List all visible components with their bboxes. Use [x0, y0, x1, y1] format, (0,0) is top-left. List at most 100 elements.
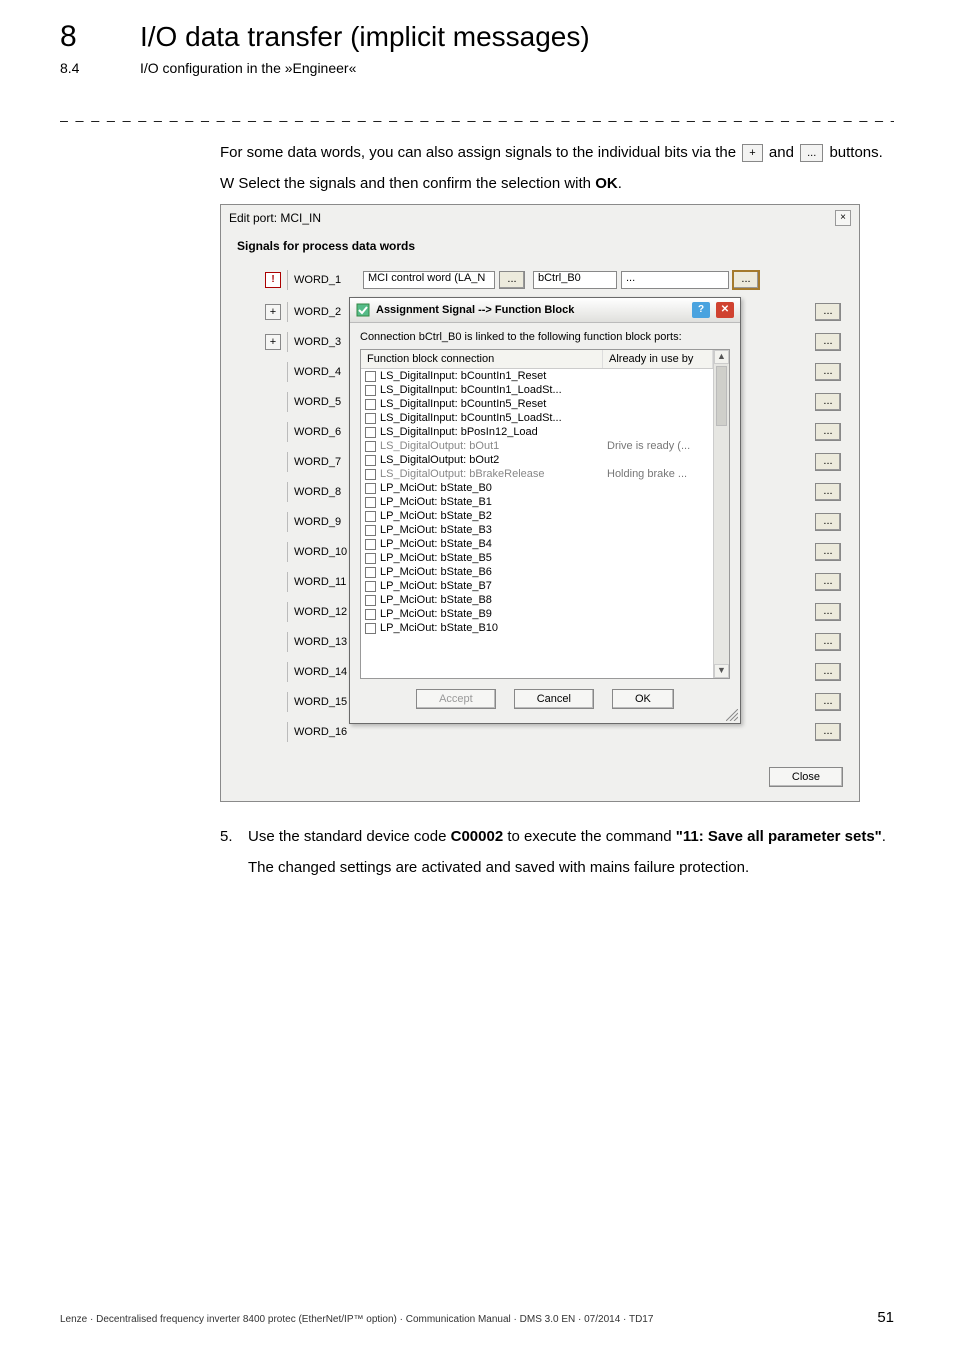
function-block-row[interactable]: LS_DigitalInput: bCountIn1_LoadSt...: [361, 383, 713, 397]
accept-button[interactable]: Accept: [416, 689, 496, 709]
function-block-row[interactable]: LP_MciOut: bState_B3: [361, 523, 713, 537]
checkbox[interactable]: [365, 441, 376, 452]
fb-inuse: [603, 495, 713, 509]
ok-button[interactable]: OK: [612, 689, 674, 709]
fb-inuse: [603, 397, 713, 411]
browse-button[interactable]: ...: [815, 723, 841, 741]
dialog-title: Edit port: MCI_IN: [229, 211, 321, 225]
function-block-row[interactable]: LP_MciOut: bState_B10: [361, 621, 713, 635]
fb-name: LP_MciOut: bState_B10: [380, 622, 498, 634]
column-header-inuse[interactable]: Already in use by: [603, 350, 713, 368]
browse-button[interactable]: ...: [815, 303, 841, 321]
word-label: WORD_16: [287, 722, 359, 742]
function-block-row[interactable]: LP_MciOut: bState_B9: [361, 607, 713, 621]
scroll-up-icon[interactable]: ▲: [714, 350, 729, 364]
fb-name: LP_MciOut: bState_B3: [380, 524, 492, 536]
browse-button[interactable]: ...: [815, 573, 841, 591]
scroll-down-icon[interactable]: ▼: [714, 664, 729, 678]
signal-input-mid[interactable]: bCtrl_B0: [533, 271, 617, 289]
function-block-row[interactable]: LS_DigitalOutput: bBrakeReleaseHolding b…: [361, 467, 713, 481]
fb-inuse: [603, 621, 713, 635]
checkbox[interactable]: [365, 455, 376, 466]
function-block-row[interactable]: LS_DigitalInput: bPosIn12_Load: [361, 425, 713, 439]
help-button[interactable]: ?: [692, 302, 710, 318]
browse-button[interactable]: ...: [815, 453, 841, 471]
checkbox[interactable]: [365, 399, 376, 410]
signal-input-left[interactable]: MCI control word (LA_N: [363, 271, 495, 289]
browse-button[interactable]: ...: [815, 513, 841, 531]
dots-button-inline: ...: [800, 144, 823, 162]
checkbox[interactable]: [365, 609, 376, 620]
function-block-row[interactable]: LP_MciOut: bState_B6: [361, 565, 713, 579]
function-block-row[interactable]: LP_MciOut: bState_B5: [361, 551, 713, 565]
browse-button[interactable]: ...: [815, 693, 841, 711]
fb-inuse: [603, 551, 713, 565]
browse-button[interactable]: ...: [815, 603, 841, 621]
checkbox[interactable]: [365, 581, 376, 592]
checkbox[interactable]: [365, 511, 376, 522]
browse-button[interactable]: ...: [815, 633, 841, 651]
fb-name: LS_DigitalInput: bCountIn5_Reset: [380, 398, 546, 410]
checkbox[interactable]: [365, 385, 376, 396]
browse-button[interactable]: ...: [815, 483, 841, 501]
function-block-row[interactable]: LS_DigitalOutput: bOut2: [361, 453, 713, 467]
dialog-section-heading: Signals for process data words: [221, 231, 859, 263]
function-block-row[interactable]: LS_DigitalOutput: bOut1Drive is ready (.…: [361, 439, 713, 453]
browse-button[interactable]: ...: [815, 393, 841, 411]
browse-button[interactable]: ...: [815, 333, 841, 351]
checkbox[interactable]: [365, 413, 376, 424]
modal-title-text: Assignment Signal --> Function Block: [376, 304, 686, 316]
checkbox[interactable]: [365, 483, 376, 494]
checkbox[interactable]: [365, 567, 376, 578]
expand-button[interactable]: +: [265, 304, 281, 320]
scroll-thumb[interactable]: [716, 366, 727, 426]
scrollbar[interactable]: ▲ ▼: [713, 350, 729, 678]
fb-inuse: [603, 509, 713, 523]
checkbox[interactable]: [365, 497, 376, 508]
browse-button[interactable]: ...: [815, 363, 841, 381]
checkbox[interactable]: [365, 623, 376, 634]
expand-button[interactable]: +: [265, 334, 281, 350]
function-block-row[interactable]: LP_MciOut: bState_B7: [361, 579, 713, 593]
page-number: 51: [877, 1309, 894, 1326]
assignment-signal-modal: Assignment Signal --> Function Block ? ✕…: [349, 297, 741, 724]
function-block-row[interactable]: LP_MciOut: bState_B8: [361, 593, 713, 607]
checkbox[interactable]: [365, 539, 376, 550]
step-text: to execute the command: [503, 828, 676, 845]
function-block-row[interactable]: LP_MciOut: bState_B2: [361, 509, 713, 523]
function-block-row[interactable]: LP_MciOut: bState_B4: [361, 537, 713, 551]
function-block-row[interactable]: LS_DigitalInput: bCountIn5_LoadSt...: [361, 411, 713, 425]
function-block-row[interactable]: LP_MciOut: bState_B0: [361, 481, 713, 495]
browse-button[interactable]: ...: [815, 423, 841, 441]
checkbox[interactable]: [365, 427, 376, 438]
browse-button[interactable]: ...: [499, 271, 525, 289]
dialog-close-button[interactable]: ×: [835, 210, 851, 226]
checkbox[interactable]: [365, 469, 376, 480]
function-block-row[interactable]: LS_DigitalInput: bCountIn5_Reset: [361, 397, 713, 411]
close-button[interactable]: Close: [769, 767, 843, 787]
checkbox[interactable]: [365, 371, 376, 382]
checkbox[interactable]: [365, 525, 376, 536]
resize-grip-icon[interactable]: [726, 709, 738, 721]
column-header-connection[interactable]: Function block connection: [361, 350, 603, 368]
cancel-button[interactable]: Cancel: [514, 689, 594, 709]
divider: _ _ _ _ _ _ _ _ _ _ _ _ _ _ _ _ _ _ _ _ …: [60, 106, 894, 122]
function-block-row[interactable]: LS_DigitalInput: bCountIn1_Reset: [361, 369, 713, 383]
signal-input-right[interactable]: ...: [621, 271, 729, 289]
browse-button-active[interactable]: ...: [733, 271, 759, 289]
fb-inuse: [603, 607, 713, 621]
checkbox[interactable]: [365, 595, 376, 606]
intro-text: W Select the signals and then confirm th…: [220, 175, 595, 192]
fb-name: LS_DigitalInput: bCountIn5_LoadSt...: [380, 412, 562, 424]
fb-inuse: [603, 481, 713, 495]
command-name: "11: Save all parameter sets": [676, 828, 882, 845]
function-block-row[interactable]: LP_MciOut: bState_B1: [361, 495, 713, 509]
fb-inuse: [603, 593, 713, 607]
word-rows-area: ! WORD_1 MCI control word (LA_N ... bCtr…: [221, 263, 859, 761]
modal-close-button[interactable]: ✕: [716, 302, 734, 318]
fb-inuse: [603, 579, 713, 593]
step-5-note: The changed settings are activated and s…: [248, 857, 894, 878]
browse-button[interactable]: ...: [815, 543, 841, 561]
checkbox[interactable]: [365, 553, 376, 564]
browse-button[interactable]: ...: [815, 663, 841, 681]
